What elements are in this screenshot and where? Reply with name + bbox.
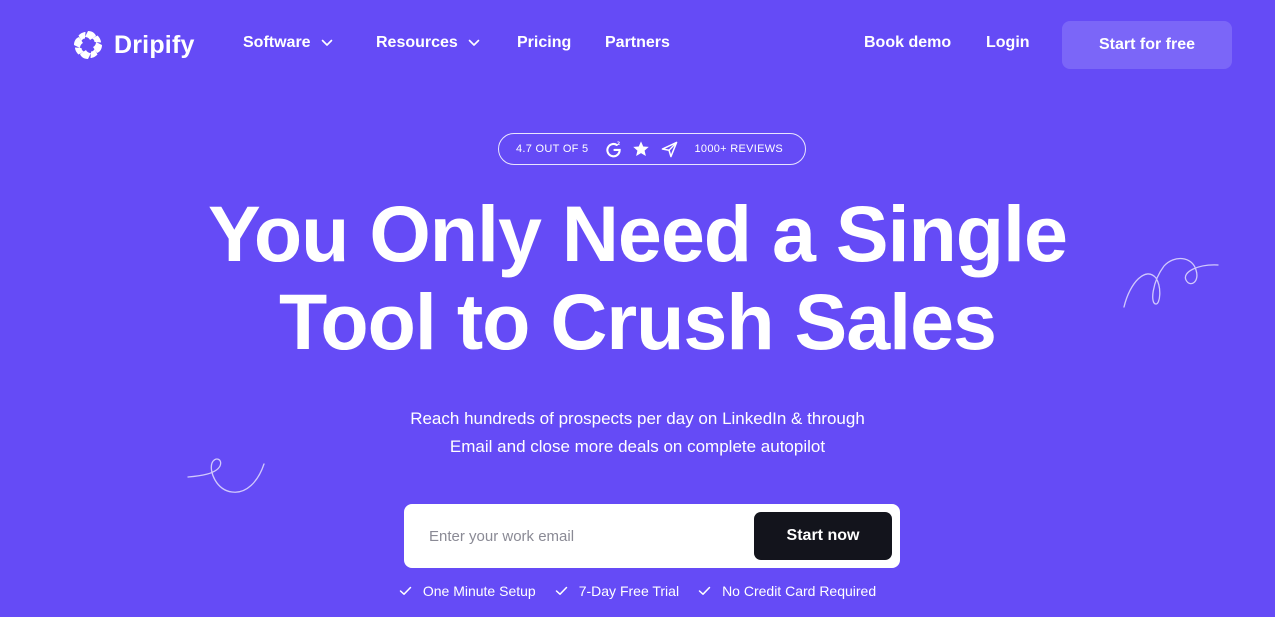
feature-label: One Minute Setup: [422, 583, 536, 599]
dripify-logo-icon: [74, 31, 102, 59]
rating-badge: 4.7 OUT OF 5 2 1000+ REVIEWS: [498, 133, 806, 165]
nav-item-pricing[interactable]: Pricing: [517, 34, 571, 52]
svg-text:2: 2: [617, 141, 621, 147]
book-demo-link[interactable]: Book demo: [864, 34, 951, 52]
login-link[interactable]: Login: [986, 34, 1030, 52]
feature-item: One Minute Setup: [399, 583, 536, 599]
landing-page: Dripify Software Resources Pricing Partn…: [0, 0, 1275, 617]
decorative-squiggle: [1123, 257, 1219, 308]
nav-item-partners[interactable]: Partners: [605, 34, 670, 52]
headline-line: Tool to Crush Sales: [279, 277, 997, 366]
check-icon: [399, 586, 412, 595]
start-for-free-button[interactable]: Start for free: [1062, 21, 1232, 69]
nav-item-label: Software: [243, 34, 311, 51]
decorative-squiggle: [187, 458, 265, 493]
start-now-button[interactable]: Start now: [754, 512, 892, 560]
brand-logo[interactable]: Dripify: [71, 28, 195, 62]
nav-item-software[interactable]: Software: [243, 34, 333, 52]
chevron-down-icon: [468, 39, 480, 46]
star-icon: [633, 141, 650, 157]
email-input[interactable]: [404, 504, 744, 568]
subtitle-line: Reach hundreds of prospects per day on L…: [410, 409, 865, 428]
feature-label: No Credit Card Required: [722, 583, 877, 599]
chevron-down-icon: [321, 39, 332, 46]
top-navigation: Dripify Software Resources Pricing Partn…: [0, 0, 1275, 90]
brand-name: Dripify: [114, 30, 195, 59]
feature-item: No Credit Card Required: [698, 583, 876, 599]
nav-item-resources[interactable]: Resources: [376, 34, 480, 52]
capterra-icon: [662, 141, 678, 157]
feature-label: 7-Day Free Trial: [578, 583, 680, 599]
check-icon: [555, 586, 567, 595]
check-icon: [698, 586, 711, 595]
signup-form: Start now: [404, 504, 900, 568]
hero-headline: You Only Need a Single Tool to Crush Sal…: [0, 190, 1275, 366]
headline-line: You Only Need a Single: [208, 189, 1068, 278]
nav-item-label: Resources: [376, 34, 458, 51]
feature-item: 7-Day Free Trial: [555, 583, 679, 599]
reviews-count: 1000+ REVIEWS: [694, 143, 784, 155]
nav-item-label: Partners: [605, 34, 670, 51]
nav-item-label: Pricing: [517, 34, 572, 51]
feature-list: One Minute Setup 7-Day Free Trial No Cre…: [0, 583, 1275, 599]
rating-score: 4.7 OUT OF 5: [516, 143, 589, 155]
g2-icon: 2: [606, 141, 622, 157]
